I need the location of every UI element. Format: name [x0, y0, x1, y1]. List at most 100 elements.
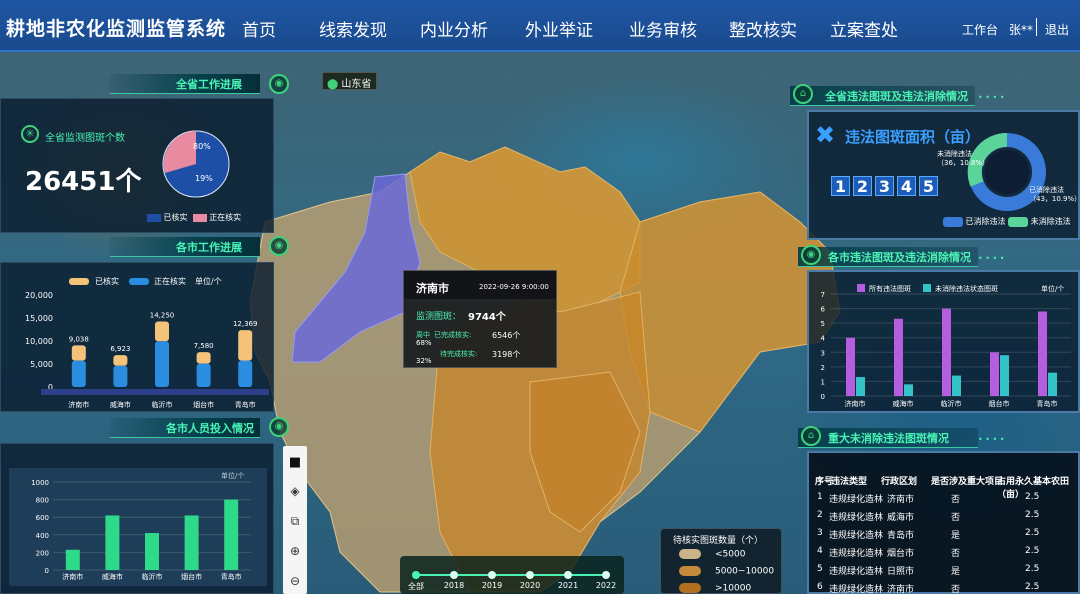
area-digit: 5	[919, 176, 938, 196]
timeline-year[interactable]: 2021	[556, 581, 580, 590]
section-header-city-illegal: 各市违法图斑及违法消除情况	[798, 247, 978, 267]
table-row[interactable]: 3 违规绿化造林 青岛市 是 2.5	[809, 523, 1077, 543]
table-row[interactable]: 1 违规绿化造林 济南市 否 2.5	[809, 487, 1077, 507]
bar-verified	[238, 330, 253, 361]
tooltip-city: 济南市	[416, 282, 449, 295]
layers-icon[interactable]: ◈	[286, 482, 304, 500]
puzzle-icon: ✖	[815, 121, 836, 149]
table-cell: 违规绿化造林	[829, 585, 884, 594]
camera-icon[interactable]: ■	[286, 454, 304, 472]
y-tick-label: 4	[821, 335, 826, 343]
legend-label: <5000	[715, 549, 746, 560]
tooltip-monitor-value: 9744个	[468, 312, 506, 323]
timeline-dot[interactable]	[526, 571, 534, 579]
progress-pie-chart: 19% 80%	[162, 130, 230, 198]
pie-label-done: 80%	[193, 142, 211, 151]
zoom-out-icon[interactable]: ⊖	[286, 572, 304, 590]
section-header-major: 重大未消除违法图斑情况	[798, 428, 978, 448]
x-tick-label: 济南市	[68, 400, 89, 409]
y-tick-label: 0	[45, 567, 49, 575]
nav-business-review[interactable]: 业务审核	[629, 16, 697, 41]
x-tick-label: 济南市	[845, 399, 866, 408]
timeline-dot[interactable]	[450, 571, 458, 579]
donut-bottom-label: 已消除违法	[1029, 186, 1064, 194]
y-tick-label: 5	[821, 320, 825, 328]
section-badge-icon: ◉	[269, 74, 289, 94]
timeline-year[interactable]: 2019	[480, 581, 504, 590]
timeline-dot[interactable]	[412, 571, 420, 579]
table-cell: 否	[951, 495, 961, 505]
legend-swatch-verifying	[129, 278, 149, 285]
table-cell: 济南市	[887, 495, 915, 505]
x-tick-label: 临沂市	[941, 399, 962, 408]
timeline-year[interactable]: 2020	[518, 581, 542, 590]
section-title: 全省工作进展	[176, 78, 242, 91]
area-digit: 4	[897, 176, 916, 196]
donut-label-top: 未消除违法 （36，10.8%）	[937, 150, 989, 168]
timeline-dot[interactable]	[602, 571, 610, 579]
bar-verified	[71, 345, 86, 361]
table-cell: 2.5	[1025, 582, 1040, 592]
legend-swatch-done	[147, 213, 161, 222]
table-row[interactable]: 4 违规绿化造林 烟台市 否 2.5	[809, 541, 1077, 561]
section-badge-icon: ◉	[269, 236, 289, 256]
timeline-dot[interactable]	[488, 571, 496, 579]
x-tick-label: 威海市	[110, 400, 131, 409]
tooltip-monitor-label: 监测图斑：	[416, 312, 462, 322]
table-cell: 违规绿化造林	[829, 513, 884, 523]
province-progress-panel: ✳ 全省监测图斑个数 26451个 19% 80% 已核实 正在核实	[0, 98, 274, 233]
nav-clue-discovery[interactable]: 线索发现	[319, 16, 387, 41]
y-tick-label: 15,000	[25, 314, 53, 323]
staff-chart: 单位/个 02004006008001000济南市威海市临沂市烟台市青岛市	[9, 468, 267, 586]
bar-staff	[65, 549, 80, 570]
nav-home[interactable]: 首页	[242, 16, 276, 41]
decor-dots: • • • •	[978, 254, 1005, 263]
bar-all-illegal	[894, 318, 903, 396]
user-name[interactable]: 张**	[1009, 21, 1033, 38]
workbench-link[interactable]: 工作台	[962, 21, 998, 38]
x-tick-label: 临沂市	[152, 400, 173, 409]
nav-case-investigation[interactable]: 立案查处	[830, 16, 898, 41]
bar-total-label: 7,580	[194, 342, 214, 350]
tooltip-time: 2022-09-26 9:00:00	[479, 283, 549, 291]
legend-swatch	[679, 549, 701, 559]
bar-total-label: 6,923	[110, 345, 130, 353]
timeline-year[interactable]: 2018	[442, 581, 466, 590]
nav-office-analysis[interactable]: 内业分析	[420, 16, 488, 41]
table-row[interactable]: 2 违规绿化造林 威海市 否 2.5	[809, 505, 1077, 525]
zoom-in-icon[interactable]: ⊕	[286, 542, 304, 560]
x-tick-label: 威海市	[893, 399, 914, 408]
y-tick-label: 0	[821, 393, 825, 401]
nav-field-evidence[interactable]: 外业举证	[525, 16, 593, 41]
bar-verifying	[238, 360, 253, 387]
table-row[interactable]: 5 违规绿化造林 日照市 是 2.5	[809, 559, 1077, 579]
location-tag[interactable]: ⬤ 山东省	[322, 72, 378, 90]
table-row[interactable]: 6 违规绿化造林 济南市 否 2.5	[809, 577, 1077, 594]
timeline-year[interactable]: 2022	[594, 581, 618, 590]
fullscreen-icon[interactable]: ⧉	[286, 512, 304, 530]
x-tick-label: 青岛市	[221, 572, 242, 581]
legend-swatch	[679, 583, 701, 593]
legend-swatch-doing	[192, 213, 207, 222]
area-digit: 1	[831, 176, 850, 196]
table-cell: 2.5	[1025, 528, 1040, 538]
timeline-dot[interactable]	[564, 571, 572, 579]
x-tick-label: 烟台市	[193, 400, 214, 409]
logout-link[interactable]: 退出	[1045, 21, 1069, 38]
table-cell: 否	[951, 585, 961, 594]
y-tick-label: 400	[36, 532, 49, 540]
legend-label-remaining: 未消除违法状态图斑	[935, 284, 998, 293]
section-title: 全省违法图斑及违法消除情况	[825, 90, 968, 103]
table-cell: 违规绿化造林	[829, 495, 884, 505]
area-digit: 3	[875, 176, 894, 196]
y-tick-label: 600	[36, 514, 49, 522]
nav-rectification-check[interactable]: 整改核实	[729, 16, 797, 41]
city-progress-chart: 已核实 正在核实 单位/个 05,00010,00015,00020,0009,…	[25, 276, 269, 409]
bar-verifying	[196, 363, 211, 387]
timeline-year[interactable]: 全部	[404, 581, 428, 592]
legend-label-verifying: 正在核实	[154, 276, 186, 286]
x-tick-label: 烟台市	[989, 399, 1010, 408]
section-header-staff: 各市人员投入情况	[110, 418, 260, 438]
city-illegal-panel: 所有违法图斑 未消除违法状态图斑 单位/个 0 1 2 3 4 5 6 7 济南市 威海市 临沂市 烟…	[807, 270, 1080, 413]
asterisk-icon: ✳	[21, 125, 39, 143]
